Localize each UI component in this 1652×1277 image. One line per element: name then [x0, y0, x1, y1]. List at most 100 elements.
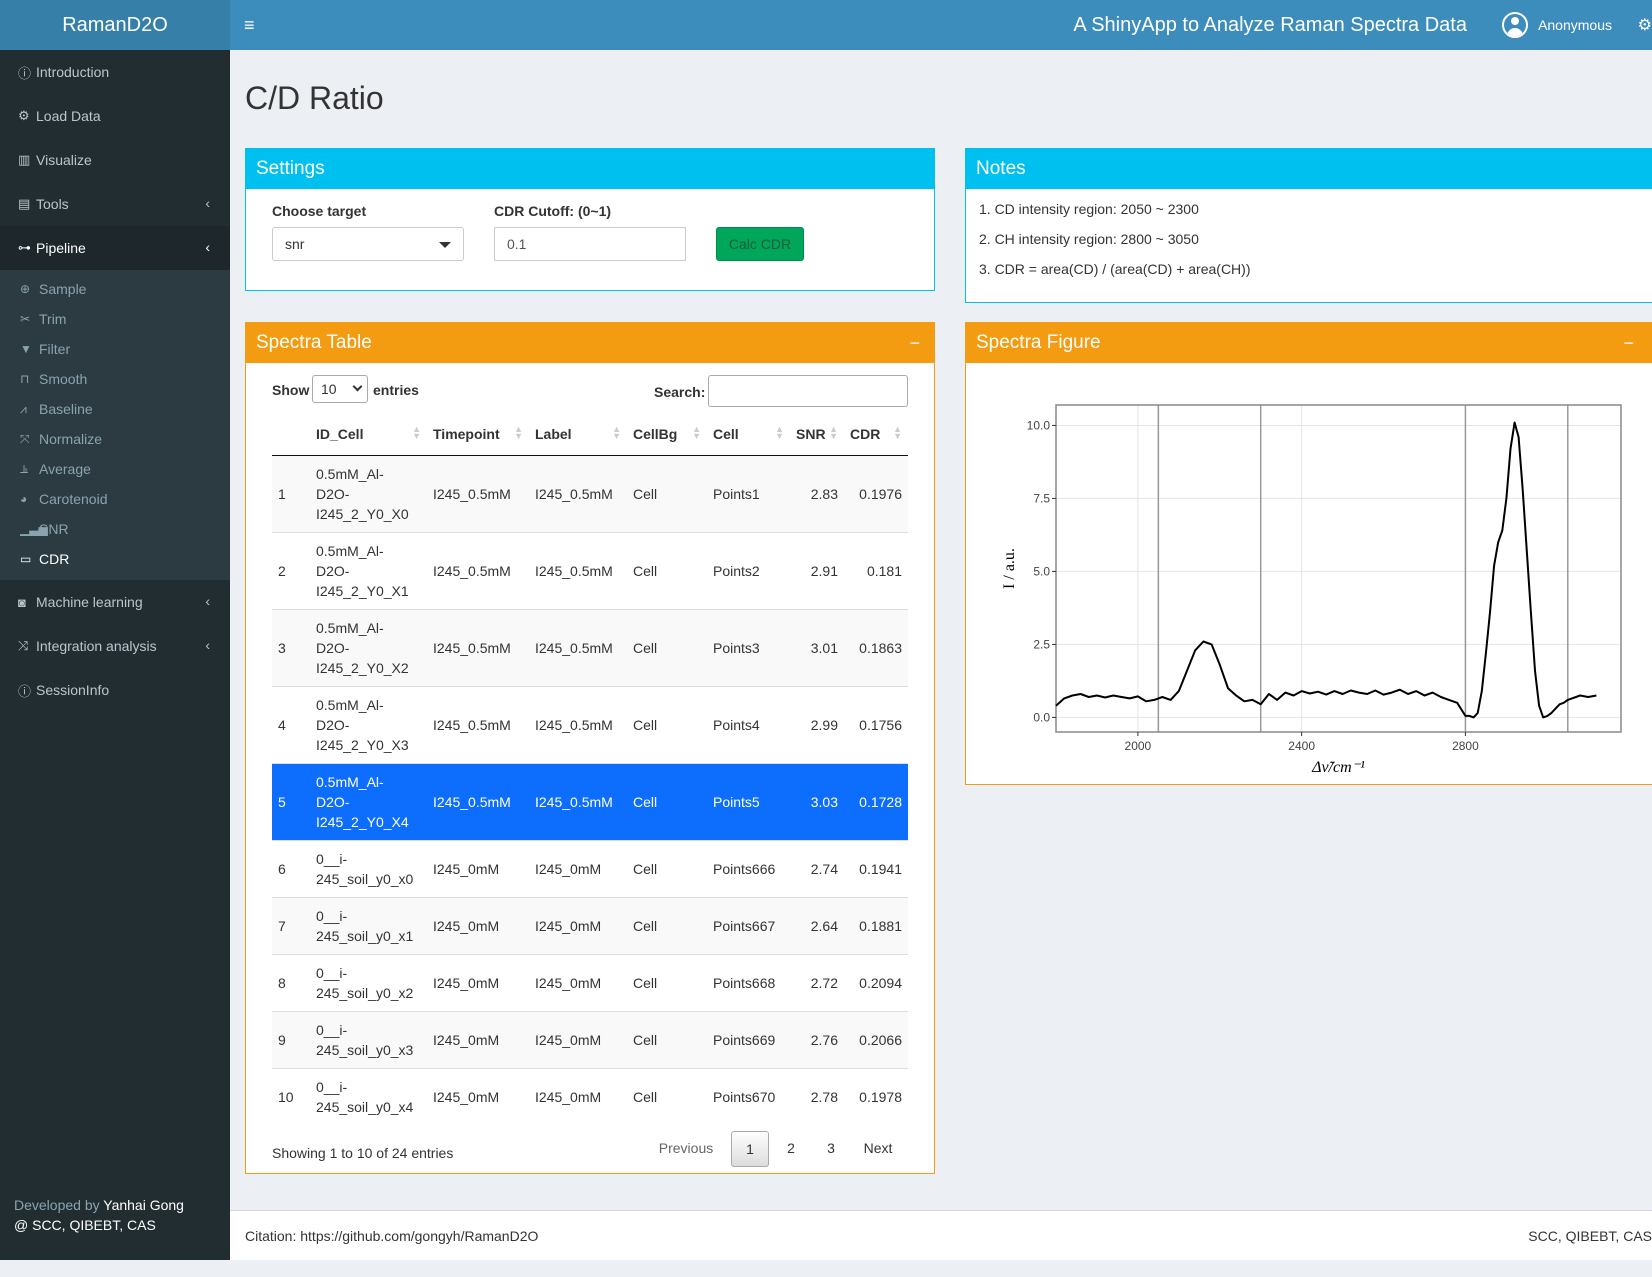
- table-row[interactable]: 3 0.5mM_Al- D2O- I245_2_Y0_X2 I245_0.5mM I245…: [272, 608, 908, 686]
- sidebar-item-label: Pipeline: [36, 240, 86, 256]
- sort-icon: ▲ ▼: [775, 424, 784, 441]
- spectra-figure-title: Spectra Figure: [976, 332, 1101, 353]
- cell-label: I245_0.5mM: [529, 762, 627, 840]
- sidebar-item-tools[interactable]: ▤ Tools ‹: [0, 182, 230, 226]
- spectra-chart: 0.0 2.5 5.0 7.5 10.0 2000 2400 2800 Δν̃/cm⁻¹ I / …: [1001, 404, 1622, 775]
- cell-label: I245_0.5mM: [529, 454, 627, 532]
- cell-cell: Points666: [707, 839, 790, 897]
- col-header-snr[interactable]: SNR ▲ ▼: [790, 413, 844, 456]
- cell-timepoint: I245_0mM: [427, 839, 529, 897]
- id-cell-line: 0__i-: [316, 907, 348, 924]
- pagination-next[interactable]: Next: [853, 1131, 903, 1167]
- cell-timepoint: I245_0.5mM: [427, 608, 529, 686]
- cell-timepoint: I245_0.5mM: [427, 454, 529, 532]
- col-header-cdr[interactable]: CDR ▲ ▼: [844, 413, 908, 456]
- id-cell-line: D2O-: [316, 639, 350, 656]
- credit-prefix: Developed by: [14, 1197, 100, 1213]
- id-cell-line: 0.5mM_Al-: [316, 542, 384, 559]
- sidebar-item-introduction[interactable]: ⓘ Introduction: [0, 50, 230, 94]
- sidebar-item-label: SessionInfo: [36, 682, 110, 698]
- col-header-timepoint[interactable]: Timepoint ▲ ▼: [427, 413, 529, 456]
- collapse-minus-icon[interactable]: −: [909, 323, 920, 363]
- id-cell-line: D2O-: [316, 562, 350, 579]
- sidebar-subitem-snr[interactable]: ▁▃▅ SNR: [0, 514, 230, 544]
- y-tick-label: 0.0: [1033, 710, 1050, 724]
- pagination-page-2[interactable]: 2: [773, 1131, 809, 1167]
- row-index: 2: [272, 531, 310, 609]
- sidebar-subitem-sample[interactable]: ⊕ Sample: [0, 274, 230, 304]
- table-row[interactable]: 5 0.5mM_Al- D2O- I245_2_Y0_X4 I245_0.5mM I245…: [272, 762, 908, 840]
- scissors-icon: ✂: [20, 312, 31, 326]
- col-header-label: Cell: [713, 425, 739, 442]
- sort-icon: ▲ ▼: [412, 424, 421, 441]
- pagination-page-3[interactable]: 3: [813, 1131, 849, 1167]
- table-row[interactable]: 1 0.5mM_Al- D2O- I245_2_Y0_X0 I245_0.5mM I245…: [272, 454, 908, 532]
- cell-id: 0__i- 245_soil_y0_x2: [310, 953, 427, 1011]
- brand-logo[interactable]: RamanD2O: [0, 0, 230, 50]
- row-index: 9: [272, 1010, 310, 1068]
- col-header-label[interactable]: Label ▲ ▼: [529, 413, 627, 456]
- sidebar-subitem-baseline[interactable]: ⩘ Baseline: [0, 394, 230, 424]
- table-row[interactable]: 10 0__i- 245_soil_y0_x4 I245_0mM I245_0mM Cel…: [272, 1067, 908, 1125]
- cell-id: 0.5mM_Al- D2O- I245_2_Y0_X2: [310, 608, 427, 686]
- cell-cdr: 0.2094: [844, 953, 908, 1011]
- sidebar-subitem-filter[interactable]: ▼ Filter: [0, 334, 230, 364]
- cell-cellbg: Cell: [627, 1067, 707, 1125]
- sidebar-subitem-smooth[interactable]: ⊓ Smooth: [0, 364, 230, 394]
- cell-snr: 3.01: [790, 608, 844, 686]
- cell-cellbg: Cell: [627, 685, 707, 763]
- cell-cellbg: Cell: [627, 839, 707, 897]
- collapse-minus-icon[interactable]: −: [1623, 323, 1634, 363]
- subitem-label: Carotenoid: [39, 491, 108, 507]
- cell-cdr: 0.1976: [844, 454, 908, 532]
- sidebar-subitem-cdr[interactable]: ▭ CDR: [0, 544, 230, 574]
- signal-icon: ▁▃▅: [20, 522, 48, 536]
- cell-snr: 2.99: [790, 685, 844, 763]
- user-menu[interactable]: Anonymous: [1502, 0, 1612, 50]
- table-row[interactable]: 8 0__i- 245_soil_y0_x2 I245_0mM I245_0mM Cell…: [272, 953, 908, 1011]
- table-row[interactable]: 2 0.5mM_Al- D2O- I245_2_Y0_X1 I245_0.5mM I245…: [272, 531, 908, 609]
- subitem-label: Filter: [39, 341, 71, 357]
- credit-author-link[interactable]: Yanhai Gong: [103, 1197, 184, 1213]
- table-row[interactable]: 6 0__i- 245_soil_y0_x0 I245_0mM I245_0mM Cell…: [272, 839, 908, 897]
- table-row[interactable]: 7 0__i- 245_soil_y0_x1 I245_0mM I245_0mM Cell…: [272, 896, 908, 954]
- y-tick-label: 7.5: [1033, 491, 1050, 505]
- search-input[interactable]: [708, 375, 908, 407]
- col-header-cellbg[interactable]: CellBg ▲ ▼: [627, 413, 707, 456]
- settings-gears-icon[interactable]: ⚙: [1638, 15, 1652, 35]
- sidebar-item-label: Introduction: [36, 64, 110, 80]
- cogs-icon: ⚙: [18, 108, 30, 123]
- sidebar-subitem-trim[interactable]: ✂ Trim: [0, 304, 230, 334]
- sidebar-item-visualize[interactable]: ▥ Visualize: [0, 138, 230, 182]
- entries-length-select[interactable]: 10: [312, 375, 368, 403]
- chevron-left-icon: ‹: [205, 637, 210, 653]
- line-chart-icon: ⩘: [20, 401, 27, 416]
- table-row[interactable]: 9 0__i- 245_soil_y0_x3 I245_0mM I245_0mM Cell…: [272, 1010, 908, 1068]
- sidebar-subitem-normalize[interactable]: ⤧ Normalize: [0, 424, 230, 454]
- sidebar-item-machine-learning[interactable]: ◙ Machine learning ‹: [0, 580, 230, 624]
- sidebar-item-load-data[interactable]: ⚙ Load Data: [0, 94, 230, 138]
- col-header-cell[interactable]: Cell ▲ ▼: [707, 413, 790, 456]
- col-header-id-cell[interactable]: ID_Cell ▲ ▼: [310, 413, 427, 456]
- cell-cellbg: Cell: [627, 454, 707, 532]
- cell-id: 0__i- 245_soil_y0_x1: [310, 896, 427, 954]
- target-select[interactable]: snr: [272, 227, 464, 261]
- row-index: 8: [272, 953, 310, 1011]
- cdr-cutoff-input[interactable]: 0.1: [494, 227, 686, 261]
- sort-icon: ▲ ▼: [692, 424, 701, 441]
- cell-timepoint: I245_0mM: [427, 896, 529, 954]
- id-cell-line: 245_soil_y0_x4: [316, 1098, 414, 1115]
- calc-cdr-button[interactable]: Calc CDR: [716, 227, 804, 261]
- table-row[interactable]: 4 0.5mM_Al- D2O- I245_2_Y0_X3 I245_0.5mM I245…: [272, 685, 908, 763]
- y-axis-label: I / a.u.: [1001, 548, 1018, 589]
- sidebar-subitem-carotenoid[interactable]: ◕ Carotenoid: [0, 484, 230, 514]
- sidebar-toggle-icon[interactable]: ≡: [244, 13, 260, 37]
- pagination-previous[interactable]: Previous: [646, 1131, 726, 1167]
- sidebar-subitem-average[interactable]: ⫡ Average: [0, 454, 230, 484]
- pagination-page-1[interactable]: 1: [731, 1131, 769, 1167]
- id-cell-line: 0.5mM_Al-: [316, 465, 384, 482]
- sidebar-item-integration-analysis[interactable]: ⤨ Integration analysis ‹: [0, 624, 230, 668]
- sidebar-item-sessioninfo[interactable]: ⓘ SessionInfo: [0, 668, 230, 712]
- subitem-label: Baseline: [39, 401, 93, 417]
- sidebar-item-pipeline[interactable]: ⊶ Pipeline ‹: [0, 226, 230, 270]
